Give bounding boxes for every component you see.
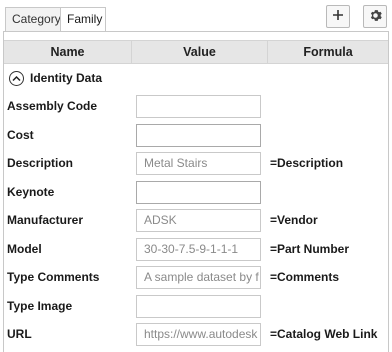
parameter-value-field[interactable] <box>136 95 261 118</box>
parameter-formula[interactable]: =Comments <box>270 263 339 291</box>
tab-family[interactable]: Family <box>60 7 106 32</box>
parameter-row: Model 30-30-7.5-9-1-1-1 =Part Number <box>4 235 388 264</box>
parameter-name: Type Comments <box>7 270 100 284</box>
parameter-value-field[interactable] <box>136 123 261 147</box>
parameter-row: Type Comments A sample dataset by f =Com… <box>4 263 388 292</box>
parameter-row: Keynote <box>4 178 388 207</box>
parameter-value-field[interactable]: A sample dataset by f <box>136 266 261 289</box>
column-header-value[interactable]: Value <box>131 41 267 63</box>
parameter-name: Description <box>7 156 74 170</box>
parameter-row: Manufacturer ADSK =Vendor <box>4 206 388 235</box>
group-label: Identity Data <box>30 71 103 85</box>
collapse-up-icon[interactable] <box>9 70 24 86</box>
family-parameters-panel: Category Family Name Value Formula Ident… <box>0 0 392 352</box>
parameter-value-field[interactable]: 30-30-7.5-9-1-1-1 <box>136 237 261 261</box>
parameter-name: Type Image <box>7 298 73 313</box>
parameter-formula[interactable]: =Description <box>270 149 343 177</box>
column-header-row: Name Value Formula <box>4 40 388 64</box>
parameter-name: URL <box>7 327 32 341</box>
column-header-name[interactable]: Name <box>4 41 131 63</box>
parameter-row: Cost <box>4 121 388 150</box>
group-identity-data[interactable]: Identity Data <box>4 65 388 91</box>
parameter-value-field[interactable] <box>136 294 261 318</box>
parameters-grid: Name Value Formula Identity Data Assembl… <box>3 31 389 352</box>
parameter-value-field[interactable]: ADSK <box>136 209 261 232</box>
parameter-name: Model <box>7 241 42 256</box>
parameter-name: Keynote <box>7 184 55 199</box>
parameter-name: Assembly Code <box>7 99 98 113</box>
gear-icon <box>369 9 382 25</box>
parameter-formula[interactable]: =Part Number <box>270 235 349 263</box>
parameter-name: Cost <box>7 127 34 142</box>
parameter-value-field[interactable] <box>136 180 261 204</box>
add-parameter-button[interactable] <box>326 5 350 28</box>
tab-category[interactable]: Category <box>5 7 61 32</box>
settings-button[interactable] <box>363 5 387 28</box>
parameter-formula[interactable]: =Vendor <box>270 206 318 234</box>
parameter-value-field[interactable]: Metal Stairs <box>136 152 261 175</box>
plus-icon <box>332 9 344 24</box>
column-header-formula[interactable]: Formula <box>267 41 388 63</box>
parameter-value-field[interactable]: https://www.autodesk <box>136 323 261 346</box>
tab-bar: Category Family <box>0 0 392 32</box>
parameter-row: Type Image <box>4 292 388 321</box>
parameter-row: Description Metal Stairs =Description <box>4 149 388 178</box>
parameter-formula[interactable]: =Catalog Web Link <box>270 320 377 348</box>
parameter-row: URL https://www.autodesk =Catalog Web Li… <box>4 320 388 349</box>
parameter-row: Assembly Code <box>4 92 388 121</box>
parameter-name: Manufacturer <box>7 213 84 227</box>
